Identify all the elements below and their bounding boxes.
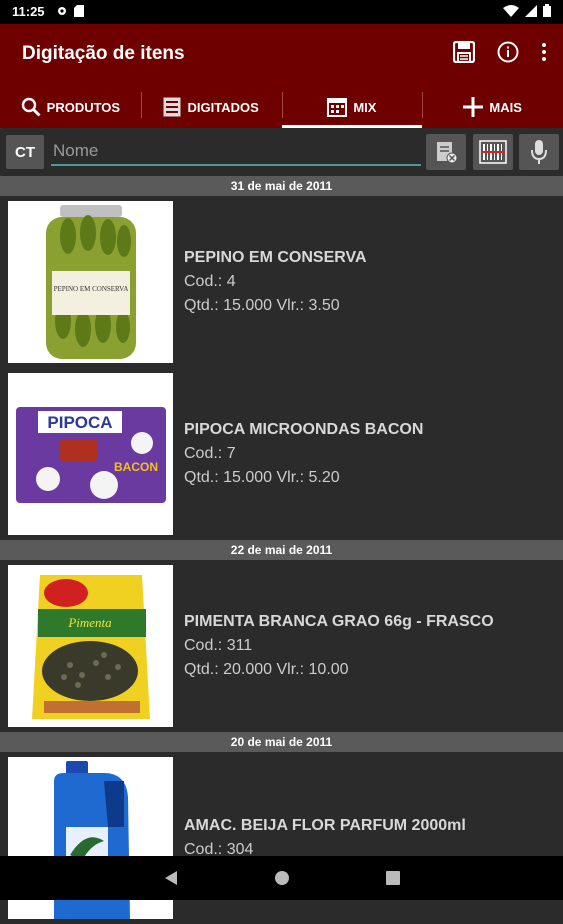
- item-list: 31 de mai de 2011 PEPINO EM CONSERVA PEP…: [0, 176, 563, 924]
- info-icon[interactable]: [497, 41, 519, 63]
- barcode-scan-button[interactable]: [473, 134, 513, 170]
- tab-produtos-label: PRODUTOS: [46, 99, 121, 115]
- signal-icon: [525, 4, 537, 17]
- app-bar: Digitação de itens: [0, 24, 563, 86]
- search-icon: [21, 97, 41, 117]
- tab-digitados[interactable]: DIGITADOS: [140, 86, 282, 128]
- item-code: Cod.: 4: [184, 273, 236, 290]
- calendar-grid-icon: [327, 98, 348, 117]
- status-time: 11:25: [12, 4, 45, 19]
- tab-mix-label: MIX: [353, 99, 377, 115]
- tab-bar: PRODUTOS DIGITADOS MIX MAIS: [0, 86, 563, 128]
- system-nav-bar: [0, 856, 563, 900]
- tab-mix[interactable]: MIX: [281, 86, 423, 128]
- list-item[interactable]: PEPINO EM CONSERVA PEPINO EM CONSERVA Co…: [0, 196, 563, 368]
- clear-filter-button[interactable]: [426, 134, 466, 170]
- voice-search-button[interactable]: [519, 134, 559, 170]
- back-icon[interactable]: [164, 870, 178, 886]
- tab-mais-label: MAIS: [489, 99, 522, 115]
- sdcard-status-icon: [74, 5, 84, 17]
- wifi-icon: [503, 4, 519, 17]
- tab-mais[interactable]: MAIS: [422, 86, 563, 128]
- app-title: Digitação de itens: [22, 43, 185, 64]
- product-image-pimenta: Pimenta: [8, 565, 173, 727]
- pimenta-label-text: Pimenta: [67, 615, 112, 630]
- pepino-label-text: PEPINO EM CONSERVA: [54, 285, 129, 293]
- clear-list-icon: [437, 142, 458, 164]
- bacon-label-text: BACON: [114, 460, 158, 474]
- list-icon: [163, 97, 181, 117]
- list-item[interactable]: PIPOCA BACON PIPOCA MICROONDAS BACON Cod…: [0, 368, 563, 540]
- date-header: 20 de mai de 2011: [0, 732, 563, 752]
- settings-status-icon: [58, 7, 66, 15]
- save-icon[interactable]: [453, 41, 475, 63]
- item-quantity-value: Qtd.: 15.000 Vlr.: 5.20: [184, 469, 340, 486]
- status-bar: 11:25: [0, 0, 563, 24]
- item-name: AMAC. BEIJA FLOR PARFUM 2000ml: [184, 817, 466, 834]
- item-code: Cod.: 311: [184, 637, 253, 654]
- item-quantity-value: Qtd.: 15.000 Vlr.: 3.50: [184, 297, 340, 314]
- list-item[interactable]: Pimenta PIMENTA BRANCA GRAO 66g - FRASCO…: [0, 560, 563, 732]
- search-row: CT: [0, 128, 563, 174]
- item-name: PIPOCA MICROONDAS BACON: [184, 421, 424, 438]
- date-header: 31 de mai de 2011: [0, 176, 563, 196]
- item-name: PEPINO EM CONSERVA: [184, 249, 367, 266]
- pipoca-label-text: PIPOCA: [47, 413, 112, 432]
- product-image-pepino: PEPINO EM CONSERVA: [8, 201, 173, 363]
- barcode-icon: [479, 140, 507, 164]
- more-vert-icon[interactable]: [541, 42, 547, 62]
- search-input[interactable]: [51, 138, 421, 166]
- ct-button[interactable]: CT: [6, 135, 44, 169]
- item-code: Cod.: 7: [184, 445, 236, 462]
- recents-icon[interactable]: [385, 871, 400, 885]
- tab-produtos[interactable]: PRODUTOS: [0, 86, 141, 128]
- tab-digitados-label: DIGITADOS: [187, 99, 259, 115]
- product-image-pipoca: PIPOCA BACON: [8, 373, 173, 535]
- microphone-icon: [531, 140, 547, 164]
- plus-icon: [463, 97, 484, 117]
- date-header: 22 de mai de 2011: [0, 540, 563, 560]
- item-quantity-value: Qtd.: 20.000 Vlr.: 10.00: [184, 661, 349, 678]
- item-name: PIMENTA BRANCA GRAO 66g - FRASCO: [184, 613, 494, 630]
- battery-icon: [543, 4, 551, 17]
- home-icon[interactable]: [274, 870, 290, 886]
